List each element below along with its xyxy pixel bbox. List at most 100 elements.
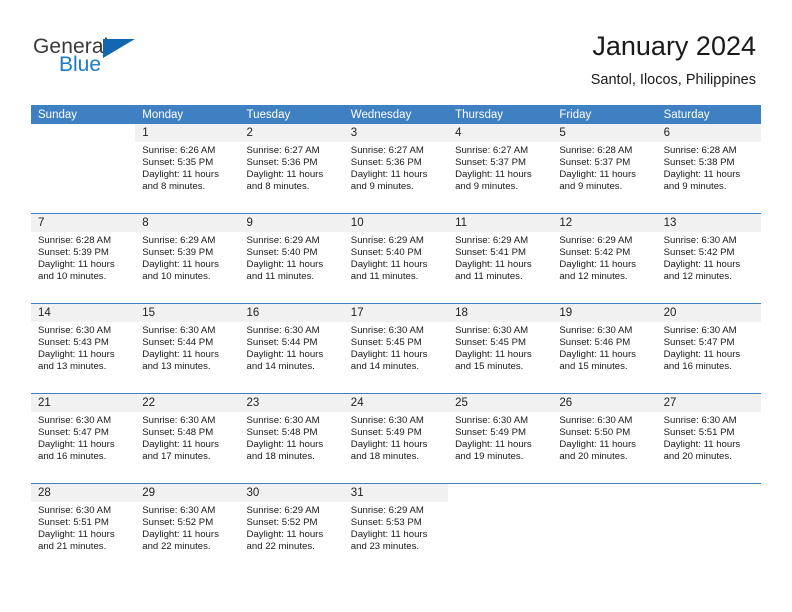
day-info: Sunrise: 6:29 AM Sunset: 5:39 PM Daylight:… <box>135 232 239 283</box>
title-block: January 2024 Santol, Ilocos, Philippines <box>591 30 756 90</box>
day-number: 4 <box>448 124 553 142</box>
sunrise-text: Sunrise: 6:30 AM <box>246 325 320 336</box>
daylight-text: Daylight: 11 hours and 22 minutes. <box>142 529 219 553</box>
sunrise-text: Sunrise: 6:30 AM <box>559 415 633 426</box>
daylight-text: Daylight: 11 hours and 10 minutes. <box>142 259 219 283</box>
day-number: 1 <box>135 124 240 142</box>
sunset-text: Sunset: 5:39 PM <box>38 247 109 259</box>
day-info: Sunrise: 6:30 AM Sunset: 5:45 PM Daylight:… <box>448 322 552 373</box>
day-number: 9 <box>239 214 344 232</box>
day-cell[interactable]: 20 Sunrise: 6:30 AM Sunset: 5:47 PM Dayligh… <box>656 304 761 393</box>
day-cell[interactable]: 26 Sunrise: 6:30 AM Sunset: 5:50 PM Dayligh… <box>552 394 657 483</box>
day-number: 27 <box>656 394 761 412</box>
day-number: 22 <box>135 394 240 412</box>
sunrise-text: Sunrise: 6:28 AM <box>559 145 633 156</box>
day-info: Sunrise: 6:28 AM Sunset: 5:39 PM Daylight:… <box>31 232 135 283</box>
day-cell[interactable]: 10 Sunrise: 6:29 AM Sunset: 5:40 PM Dayligh… <box>343 214 449 303</box>
day-cell[interactable]: 8 Sunrise: 6:29 AM Sunset: 5:39 PM Daylight… <box>135 214 240 303</box>
day-cell[interactable]: 6 Sunrise: 6:28 AM Sunset: 5:38 PM Daylight… <box>656 124 761 213</box>
sunrise-text: Sunrise: 6:30 AM <box>663 415 737 426</box>
sunrise-text: Sunrise: 6:30 AM <box>246 415 320 426</box>
day-number <box>448 484 553 502</box>
sunrise-text: Sunrise: 6:30 AM <box>142 505 216 516</box>
day-cell[interactable]: 4 Sunrise: 6:27 AM Sunset: 5:37 PM Daylight… <box>448 124 553 213</box>
day-cell[interactable]: 5 Sunrise: 6:28 AM Sunset: 5:37 PM Daylight… <box>552 124 657 213</box>
daylight-text: Daylight: 11 hours and 17 minutes. <box>142 439 219 463</box>
day-cell-empty <box>656 484 761 573</box>
day-cell[interactable]: 30 Sunrise: 6:29 AM Sunset: 5:52 PM Dayligh… <box>239 484 344 573</box>
daylight-text: Daylight: 11 hours and 9 minutes. <box>455 169 532 193</box>
sunset-text: Sunset: 5:51 PM <box>38 517 109 529</box>
day-number: 24 <box>343 394 449 412</box>
day-cell[interactable]: 17 Sunrise: 6:30 AM Sunset: 5:45 PM Dayligh… <box>343 304 449 393</box>
calendar-page: General Blue January 2024 Santol, Ilocos… <box>0 0 792 612</box>
day-info: Sunrise: 6:30 AM Sunset: 5:48 PM Daylight:… <box>240 412 344 463</box>
day-cell[interactable]: 27 Sunrise: 6:30 AM Sunset: 5:51 PM Dayligh… <box>656 394 761 483</box>
sunrise-text: Sunrise: 6:30 AM <box>455 325 529 336</box>
day-cell[interactable]: 12 Sunrise: 6:29 AM Sunset: 5:42 PM Dayligh… <box>552 214 657 303</box>
day-cell[interactable]: 15 Sunrise: 6:30 AM Sunset: 5:44 PM Dayligh… <box>135 304 240 393</box>
day-number: 19 <box>552 304 657 322</box>
generalblue-logo[interactable]: General Blue <box>33 36 233 84</box>
day-cell[interactable]: 18 Sunrise: 6:30 AM Sunset: 5:45 PM Dayligh… <box>448 304 553 393</box>
weekday-header-friday: Friday <box>559 109 592 121</box>
day-number: 26 <box>552 394 657 412</box>
day-cell[interactable]: 2 Sunrise: 6:27 AM Sunset: 5:36 PM Daylight… <box>239 124 344 213</box>
day-info: Sunrise: 6:27 AM Sunset: 5:36 PM Daylight:… <box>344 142 448 193</box>
sunset-text: Sunset: 5:49 PM <box>350 427 422 439</box>
sunset-text: Sunset: 5:48 PM <box>246 427 318 439</box>
sunset-text: Sunset: 5:48 PM <box>142 427 214 439</box>
day-cell[interactable]: 16 Sunrise: 6:30 AM Sunset: 5:44 PM Dayligh… <box>239 304 344 393</box>
sunset-text: Sunset: 5:49 PM <box>455 427 526 439</box>
day-cell[interactable]: 19 Sunrise: 6:30 AM Sunset: 5:46 PM Dayligh… <box>552 304 657 393</box>
day-cell[interactable]: 24 Sunrise: 6:30 AM Sunset: 5:49 PM Dayligh… <box>343 394 449 483</box>
day-number: 23 <box>239 394 344 412</box>
day-number: 29 <box>135 484 240 502</box>
day-cell[interactable]: 9 Sunrise: 6:29 AM Sunset: 5:40 PM Daylight… <box>239 214 344 303</box>
day-info: Sunrise: 6:30 AM Sunset: 5:51 PM Daylight:… <box>657 412 761 463</box>
day-cell[interactable]: 29 Sunrise: 6:30 AM Sunset: 5:52 PM Dayligh… <box>135 484 240 573</box>
logo-text-blue: Blue <box>59 53 102 76</box>
sunset-text: Sunset: 5:50 PM <box>559 427 631 439</box>
day-info: Sunrise: 6:30 AM Sunset: 5:47 PM Daylight:… <box>31 412 135 463</box>
sunrise-text: Sunrise: 6:30 AM <box>559 325 633 336</box>
day-cell[interactable]: 23 Sunrise: 6:30 AM Sunset: 5:48 PM Dayligh… <box>239 394 344 483</box>
day-info: Sunrise: 6:28 AM Sunset: 5:37 PM Daylight:… <box>552 142 656 193</box>
daylight-text: Daylight: 11 hours and 18 minutes. <box>246 439 324 463</box>
daylight-text: Daylight: 11 hours and 14 minutes. <box>246 349 324 373</box>
sunset-text: Sunset: 5:44 PM <box>142 337 214 349</box>
day-cell[interactable]: 22 Sunrise: 6:30 AM Sunset: 5:48 PM Dayligh… <box>135 394 240 483</box>
week-row: 21 Sunrise: 6:30 AM Sunset: 5:47 PM Dayligh… <box>31 393 761 483</box>
day-cell[interactable]: 11 Sunrise: 6:29 AM Sunset: 5:41 PM Dayligh… <box>448 214 553 303</box>
day-info: Sunrise: 6:27 AM Sunset: 5:36 PM Daylight:… <box>240 142 344 193</box>
weekday-header-tuesday: Tuesday <box>246 109 291 121</box>
sunrise-text: Sunrise: 6:28 AM <box>663 145 737 156</box>
day-cell[interactable]: 25 Sunrise: 6:30 AM Sunset: 5:49 PM Dayligh… <box>448 394 553 483</box>
daylight-text: Daylight: 11 hours and 9 minutes. <box>350 169 428 193</box>
day-info: Sunrise: 6:30 AM Sunset: 5:44 PM Daylight:… <box>240 322 344 373</box>
day-cell-empty <box>552 484 657 573</box>
sunset-text: Sunset: 5:42 PM <box>663 247 735 259</box>
day-number: 8 <box>135 214 240 232</box>
sunset-text: Sunset: 5:53 PM <box>350 517 422 529</box>
sunset-text: Sunset: 5:40 PM <box>350 247 422 259</box>
day-cell[interactable]: 7 Sunrise: 6:28 AM Sunset: 5:39 PM Daylight… <box>31 214 136 303</box>
week-row: 14 Sunrise: 6:30 AM Sunset: 5:43 PM Dayligh… <box>31 303 761 393</box>
daylight-text: Daylight: 11 hours and 12 minutes. <box>663 259 741 283</box>
sunset-text: Sunset: 5:37 PM <box>559 157 631 169</box>
weekday-header-saturday: Saturday <box>663 109 710 121</box>
day-cell[interactable]: 31 Sunrise: 6:29 AM Sunset: 5:53 PM Dayligh… <box>343 484 449 573</box>
day-cell[interactable]: 3 Sunrise: 6:27 AM Sunset: 5:36 PM Daylight… <box>343 124 449 213</box>
day-number: 16 <box>239 304 344 322</box>
day-cell[interactable]: 21 Sunrise: 6:30 AM Sunset: 5:47 PM Dayligh… <box>31 394 136 483</box>
day-cell[interactable]: 13 Sunrise: 6:30 AM Sunset: 5:42 PM Dayligh… <box>656 214 761 303</box>
day-number: 10 <box>343 214 449 232</box>
day-number: 18 <box>448 304 553 322</box>
day-cell[interactable]: 14 Sunrise: 6:30 AM Sunset: 5:43 PM Dayligh… <box>31 304 136 393</box>
day-cell[interactable]: 28 Sunrise: 6:30 AM Sunset: 5:51 PM Dayligh… <box>31 484 136 573</box>
day-number: 11 <box>448 214 553 232</box>
daylight-text: Daylight: 11 hours and 12 minutes. <box>559 259 636 283</box>
sunrise-text: Sunrise: 6:28 AM <box>38 235 112 246</box>
day-cell[interactable]: 1 Sunrise: 6:26 AM Sunset: 5:35 PM Daylight… <box>135 124 240 213</box>
daylight-text: Daylight: 11 hours and 16 minutes. <box>663 349 741 373</box>
